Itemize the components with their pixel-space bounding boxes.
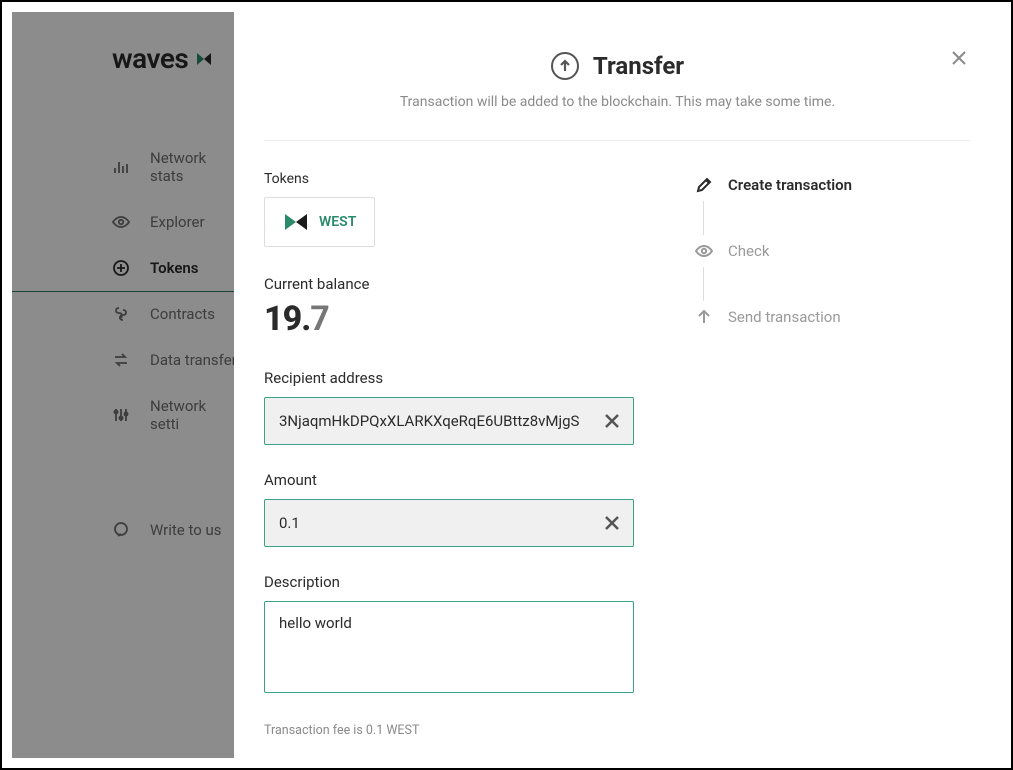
recipient-input[interactable] [264, 397, 634, 445]
amount-input[interactable] [264, 499, 634, 547]
step-label: Check [728, 242, 769, 260]
close-icon [604, 515, 620, 531]
recipient-label: Recipient address [264, 369, 634, 387]
step-connector [703, 201, 704, 235]
eye-icon [694, 241, 714, 261]
token-selector[interactable]: WEST [264, 197, 375, 247]
amount-clear-button[interactable] [600, 511, 624, 535]
tokens-label: Tokens [264, 171, 634, 187]
balance-label: Current balance [264, 275, 634, 293]
step-create-transaction[interactable]: Create transaction [694, 175, 971, 195]
west-token-icon [283, 212, 309, 232]
steps-column: Create transaction Check Send transactio… [694, 171, 971, 738]
pencil-icon [694, 175, 714, 195]
transfer-modal: Transfer Transaction will be added to th… [234, 12, 1001, 758]
modal-subtitle: Transaction will be added to the blockch… [264, 94, 971, 110]
description-label: Description [264, 573, 634, 591]
arrow-up-circle-icon [551, 52, 579, 80]
arrow-up-icon [694, 307, 714, 327]
step-label: Create transaction [728, 176, 852, 194]
balance-value: 19.7 [264, 299, 634, 339]
close-button[interactable] [947, 46, 971, 70]
transfer-form: Tokens WEST Current balance 19.7 Recipie… [264, 171, 634, 738]
transaction-fee-text: Transaction fee is 0.1 WEST [264, 723, 634, 738]
recipient-clear-button[interactable] [600, 409, 624, 433]
token-name: WEST [319, 214, 356, 230]
step-send-transaction[interactable]: Send transaction [694, 307, 971, 327]
modal-header: Transfer Transaction will be added to th… [264, 52, 971, 141]
step-check[interactable]: Check [694, 241, 971, 261]
modal-title: Transfer [551, 52, 684, 80]
close-icon [604, 413, 620, 429]
close-icon [950, 49, 968, 67]
description-input[interactable] [264, 601, 634, 693]
amount-label: Amount [264, 471, 634, 489]
step-label: Send transaction [728, 308, 841, 326]
step-connector [703, 267, 704, 301]
